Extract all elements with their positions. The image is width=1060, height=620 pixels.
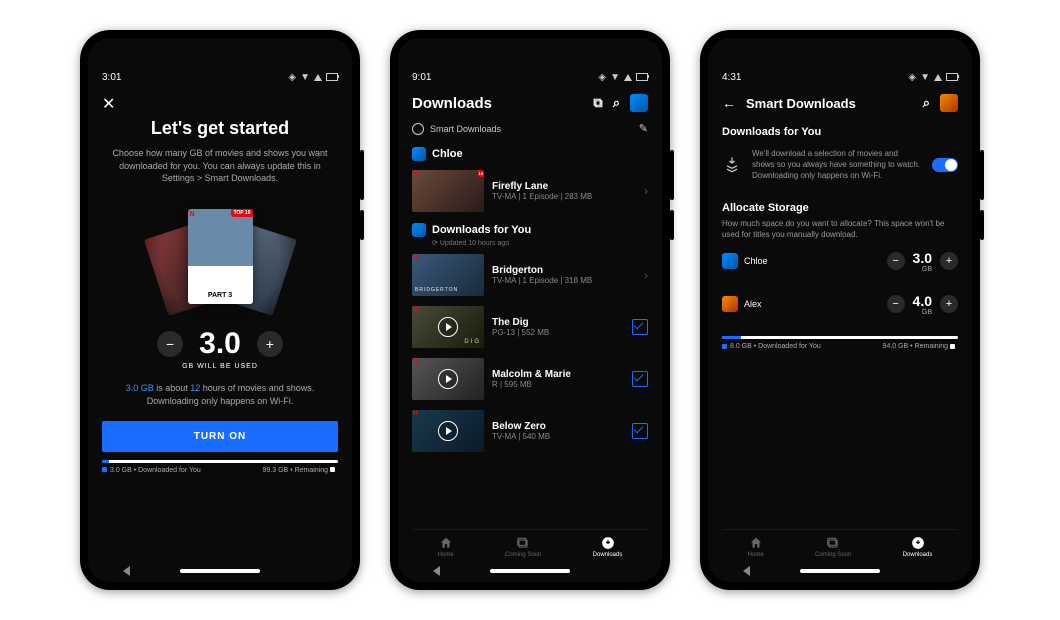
phone-smart-downloads: 4:31 ◈▼ ← Smart Downloads ⌕ Downloads fo… — [700, 30, 980, 590]
section-allocate: Allocate Storage — [722, 202, 958, 214]
increase-button[interactable]: + — [940, 295, 958, 313]
status-bar: 4:31 ◈▼ — [708, 54, 972, 94]
tab-downloads[interactable]: Downloads — [903, 536, 933, 558]
smart-downloads-link[interactable]: Smart Downloads — [430, 124, 501, 134]
storage-unit-label: GB WILL BE USED — [102, 363, 338, 370]
storage-stepper: − 3.0 + — [102, 327, 338, 361]
subtitle: Choose how many GB of movies and shows y… — [102, 147, 338, 185]
android-nav — [398, 560, 662, 582]
bottom-tabs: Home Coming Soon Downloads — [722, 529, 958, 560]
cast-icon[interactable]: ⧉ — [593, 95, 602, 111]
clock: 4:31 — [722, 72, 741, 83]
bottom-tabs: Home Coming Soon Downloads — [412, 529, 648, 560]
profile-name: Chloe — [432, 148, 463, 160]
page-title: Let's get started — [102, 118, 338, 139]
download-item[interactable]: NBRIDGERTON BridgertonTV-MA | 1 Episode … — [412, 249, 648, 301]
poster-fan: N N NTOP 10PART 3 — [102, 197, 338, 317]
page-title: Smart Downloads — [746, 96, 856, 111]
dfy-icon — [412, 223, 426, 237]
phone-downloads: 9:01 ◈▼ Downloads ⧉ ⌕ Smart Downloads ✎ … — [390, 30, 670, 590]
profile-allocation: Chloe − 3.0GB + — [722, 250, 958, 273]
avatar — [722, 253, 738, 269]
download-item[interactable]: N10 Firefly LaneTV-MA | 1 Episode | 283 … — [412, 165, 648, 217]
dfy-toggle[interactable] — [932, 158, 958, 172]
download-stack-icon — [722, 155, 742, 175]
profile-chip-icon — [412, 147, 426, 161]
section-dfy: Downloads for You — [722, 126, 958, 138]
download-item[interactable]: N Malcolm & MarieR | 595 MB — [412, 353, 648, 405]
tab-home[interactable]: Home — [748, 536, 764, 558]
decrease-button[interactable]: − — [157, 331, 183, 357]
dfy-description: We'll download a selection of movies and… — [752, 148, 922, 182]
tab-coming-soon[interactable]: Coming Soon — [505, 536, 541, 558]
decrease-button[interactable]: − — [887, 252, 905, 270]
storage-bar — [102, 460, 338, 463]
android-nav — [708, 560, 972, 582]
turn-on-button[interactable]: TURN ON — [102, 421, 338, 452]
clock: 9:01 — [412, 72, 431, 83]
profile-allocation: Alex − 4.0GB + — [722, 293, 958, 316]
status-bar: 9:01 ◈▼ — [398, 54, 662, 94]
tab-coming-soon[interactable]: Coming Soon — [815, 536, 851, 558]
profile-avatar[interactable] — [940, 94, 958, 112]
clock: 3:01 — [102, 72, 121, 83]
checkbox[interactable] — [632, 319, 648, 335]
android-nav — [88, 560, 352, 582]
dfy-title: Downloads for You — [432, 224, 531, 236]
download-item[interactable]: N Below ZeroTV-MA | 540 MB — [412, 405, 648, 457]
chevron-right-icon: › — [644, 268, 648, 282]
info-text: 3.0 GB is about 12 hours of movies and s… — [102, 382, 338, 409]
chevron-right-icon: › — [644, 184, 648, 198]
allocate-description: How much space do you want to allocate? … — [722, 218, 958, 240]
avatar — [722, 296, 738, 312]
page-title: Downloads — [412, 95, 492, 112]
increase-button[interactable]: + — [257, 331, 283, 357]
status-bar: 3:01 ◈▼ — [88, 54, 352, 94]
storage-bar — [722, 336, 958, 339]
close-icon[interactable]: ✕ — [102, 94, 338, 114]
tab-home[interactable]: Home — [438, 536, 454, 558]
decrease-button[interactable]: − — [887, 295, 905, 313]
gear-icon[interactable] — [412, 123, 424, 135]
search-icon[interactable]: ⌕ — [613, 95, 620, 111]
storage-amount: 3.0 — [199, 327, 241, 361]
profile-avatar[interactable] — [630, 94, 648, 112]
checkbox[interactable] — [632, 423, 648, 439]
checkbox[interactable] — [632, 371, 648, 387]
back-icon[interactable]: ← — [722, 95, 736, 111]
search-icon[interactable]: ⌕ — [923, 95, 930, 111]
tab-downloads[interactable]: Downloads — [593, 536, 623, 558]
phone-onboarding: 3:01 ◈▼ ✕ Let's get started Choose how m… — [80, 30, 360, 590]
download-item[interactable]: NDIG The DigPG-13 | 552 MB — [412, 301, 648, 353]
edit-icon[interactable]: ✎ — [639, 122, 648, 135]
increase-button[interactable]: + — [940, 252, 958, 270]
